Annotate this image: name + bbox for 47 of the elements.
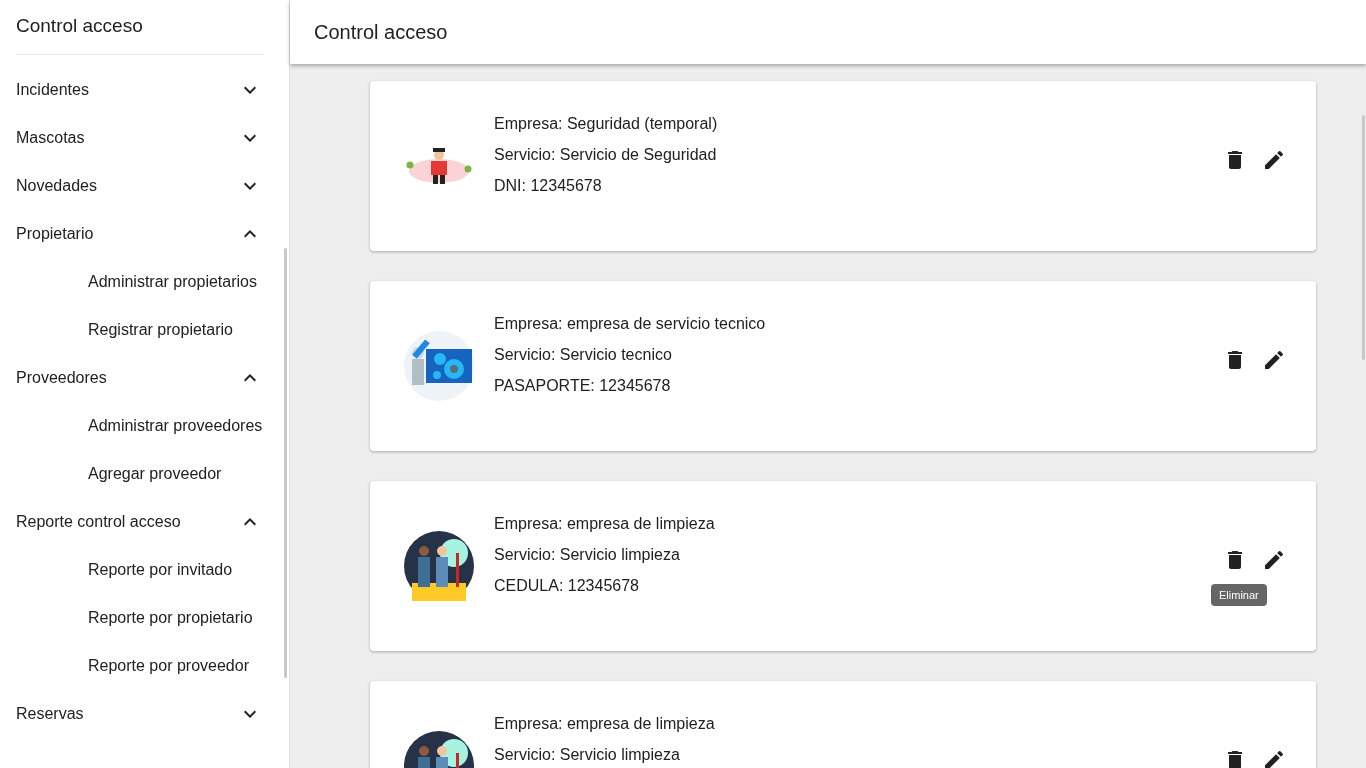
chevron-down-icon bbox=[244, 182, 256, 190]
chevron-up-icon bbox=[244, 518, 256, 526]
card-text: Empresa: empresa de limpieza bbox=[494, 514, 716, 534]
page-title: Control acceso bbox=[314, 20, 448, 44]
edit-button[interactable] bbox=[1262, 748, 1286, 768]
card-text: PASAPORTE: 12345678 bbox=[494, 376, 672, 396]
sidebar-group[interactable]: Propietario bbox=[0, 210, 289, 258]
sidebar-group[interactable]: Incidentes bbox=[0, 66, 289, 114]
card-text: Servicio: Servicio de Seguridad bbox=[494, 145, 718, 165]
card-text: Servicio: Servicio limpieza bbox=[494, 545, 681, 565]
card-text: CEDULA: 12345678 bbox=[494, 576, 640, 596]
sidebar-item[interactable]: Reporte por proveedor bbox=[0, 642, 289, 690]
card-text: Empresa: empresa de limpieza bbox=[494, 714, 716, 734]
card-text: DNI: 12345678 bbox=[494, 176, 603, 196]
edit-button[interactable] bbox=[1262, 148, 1286, 172]
sidebar-group[interactable]: Proveedores bbox=[0, 354, 289, 402]
pencil-icon bbox=[1262, 148, 1286, 172]
scrollbar[interactable] bbox=[1362, 115, 1365, 360]
chevron-down-icon bbox=[244, 86, 256, 94]
edit-button[interactable] bbox=[1262, 548, 1286, 572]
sidebar-item[interactable]: Reporte por propietario bbox=[0, 594, 289, 642]
sidebar-title: Control acceso bbox=[16, 0, 264, 55]
card-text: Empresa: Seguridad (temporal) bbox=[494, 114, 719, 134]
sidebar-group[interactable]: Mascotas bbox=[0, 114, 289, 162]
sidebar-group[interactable]: Reporte control acceso bbox=[0, 498, 289, 546]
chevron-up-icon bbox=[244, 374, 256, 382]
pencil-icon bbox=[1262, 748, 1286, 768]
sidebar-group[interactable]: Novedades bbox=[0, 162, 289, 210]
sidebar-item[interactable]: Administrar propietarios bbox=[0, 258, 289, 306]
chevron-up-icon bbox=[244, 230, 256, 238]
tooltip: Eliminar bbox=[1211, 584, 1267, 606]
chevron-down-icon bbox=[244, 710, 256, 718]
chevron-down-icon bbox=[244, 134, 256, 142]
card-text: Servicio: Servicio tecnico bbox=[494, 345, 673, 365]
card-text: Servicio: Servicio limpieza bbox=[494, 745, 681, 765]
scrollbar[interactable] bbox=[284, 248, 287, 678]
gears-technician-drawing bbox=[404, 331, 474, 401]
sidebar-group[interactable]: Reservas bbox=[0, 690, 289, 738]
sidebar-item[interactable]: Registrar propietario bbox=[0, 306, 289, 354]
edit-button[interactable] bbox=[1262, 348, 1286, 372]
pencil-icon bbox=[1262, 348, 1286, 372]
sidebar-item[interactable]: Reporte por invitado bbox=[0, 546, 289, 594]
sidebar-item[interactable]: Agregar proveedor bbox=[0, 450, 289, 498]
card-text: Empresa: empresa de servicio tecnico bbox=[494, 314, 767, 334]
pencil-icon bbox=[1262, 548, 1286, 572]
sidebar-item[interactable]: Administrar proveedores bbox=[0, 402, 289, 450]
cleaning-staff-drawing bbox=[404, 531, 474, 601]
